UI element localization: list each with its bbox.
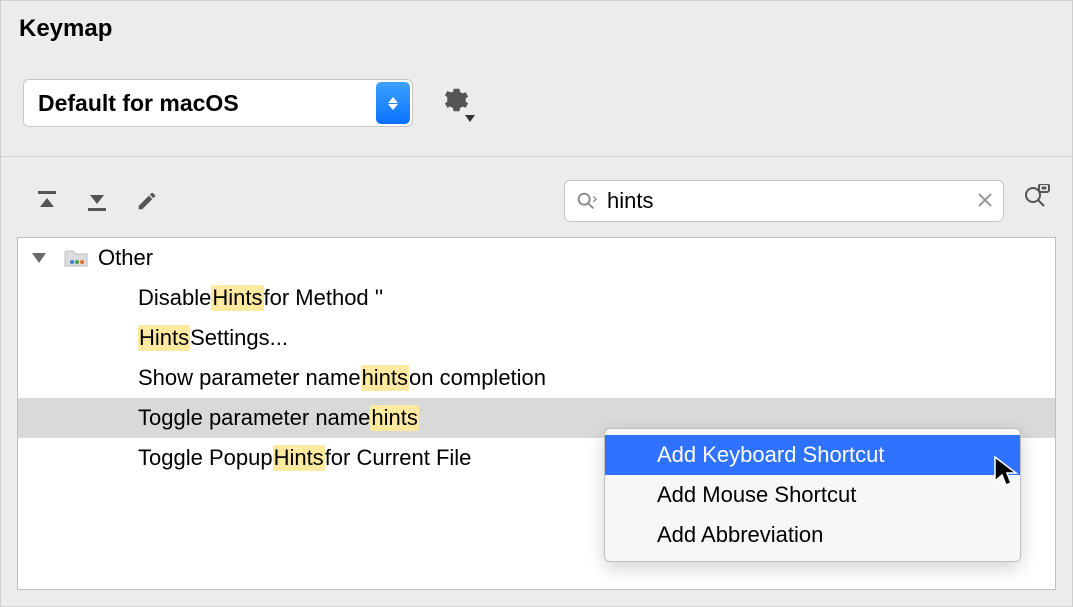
tree-item[interactable]: Hints Settings...: [18, 318, 1055, 358]
menu-add-mouse-shortcut[interactable]: Add Mouse Shortcut: [605, 475, 1020, 515]
find-by-shortcut-button[interactable]: [1022, 184, 1050, 218]
item-post: for Method '': [264, 285, 384, 311]
chevron-down-icon: [32, 253, 46, 263]
item-highlight: hints: [370, 405, 418, 431]
item-highlight: Hints: [211, 285, 263, 311]
search-icon: [575, 190, 597, 212]
pencil-icon: [136, 190, 158, 212]
collapse-all-icon: [85, 189, 109, 213]
item-pre: Toggle parameter name: [138, 405, 370, 431]
gear-dropdown-icon: [465, 115, 475, 123]
collapse-all-button[interactable]: [81, 185, 113, 217]
tree-item[interactable]: Show parameter name hints on completion: [18, 358, 1055, 398]
expand-all-button[interactable]: [31, 185, 63, 217]
toolbar: [1, 177, 1072, 225]
clear-search-button[interactable]: [977, 188, 993, 214]
keymap-panel: Keymap Default for macOS: [0, 0, 1073, 607]
select-caret-icon: [376, 82, 410, 124]
edit-button[interactable]: [131, 185, 163, 217]
scheme-row: Default for macOS: [23, 79, 469, 127]
menu-add-abbreviation[interactable]: Add Abbreviation: [605, 515, 1020, 555]
scheme-select[interactable]: Default for macOS: [23, 79, 413, 127]
tree-group-label: Other: [98, 245, 153, 271]
item-highlight: Hints: [273, 445, 325, 471]
gear-icon: [439, 85, 469, 115]
item-post: on completion: [409, 365, 546, 391]
close-icon: [977, 192, 993, 208]
item-post: for Current File: [325, 445, 472, 471]
folder-icon: [64, 248, 88, 268]
item-pre: Toggle Popup: [138, 445, 273, 471]
item-pre: Show parameter name: [138, 365, 361, 391]
context-menu: Add Keyboard Shortcut Add Mouse Shortcut…: [604, 428, 1021, 562]
item-pre: Disable: [138, 285, 211, 311]
tree-item[interactable]: Disable Hints for Method '': [18, 278, 1055, 318]
search-box[interactable]: [564, 180, 1004, 222]
expand-all-icon: [35, 189, 59, 213]
scheme-select-value: Default for macOS: [38, 90, 239, 117]
tree-group-row[interactable]: Other: [18, 238, 1055, 278]
search-input[interactable]: [605, 187, 977, 215]
item-highlight: Hints: [138, 325, 190, 351]
panel-title: Keymap: [19, 15, 112, 43]
divider: [1, 156, 1072, 157]
find-shortcut-icon: [1022, 184, 1050, 212]
item-highlight: hints: [361, 365, 409, 391]
gear-button[interactable]: [439, 85, 469, 121]
item-post: Settings...: [190, 325, 288, 351]
menu-add-keyboard-shortcut[interactable]: Add Keyboard Shortcut: [605, 435, 1020, 475]
